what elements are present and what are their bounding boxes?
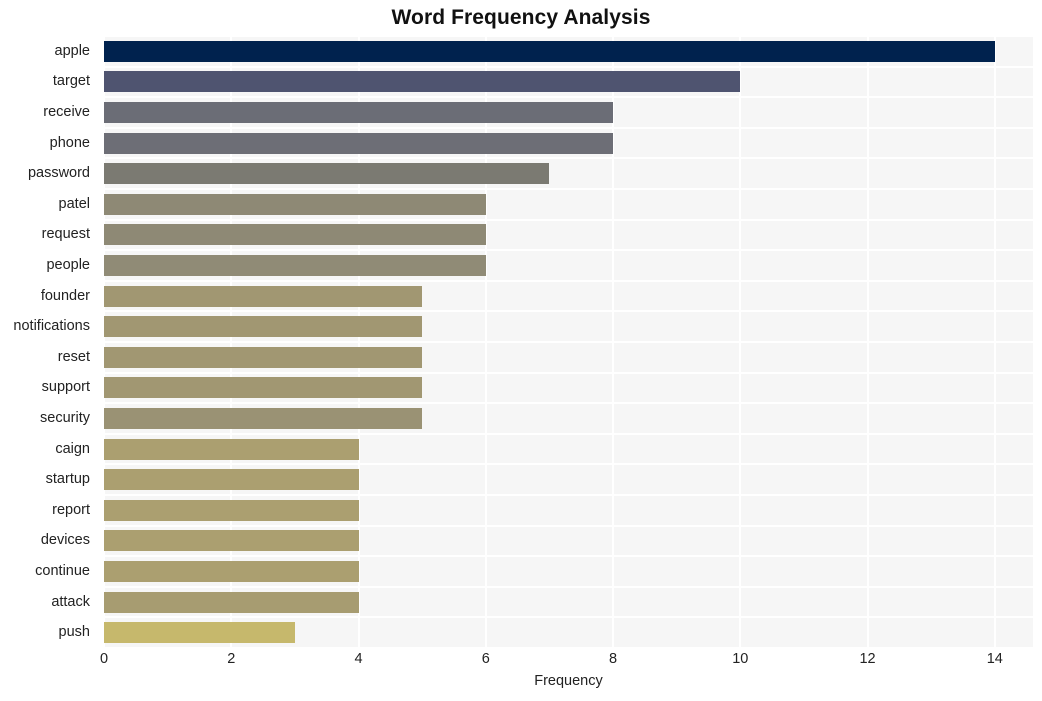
x-axis-tick-label: 4 [354, 651, 363, 667]
bar [104, 530, 359, 552]
horizontal-gridline [104, 341, 1033, 343]
bar [104, 316, 423, 338]
bar [104, 132, 614, 154]
bar [104, 193, 486, 215]
chart-figure: Word Frequency Analysis apple target recei… [0, 0, 1042, 701]
y-axis-tick-label: patel [58, 195, 90, 212]
x-axis-tick-labels: 0 2 4 6 8 10 12 14 [100, 648, 1033, 674]
y-axis-tick-label: support [41, 379, 90, 396]
horizontal-gridline [104, 402, 1033, 405]
horizontal-gridline [104, 279, 1033, 282]
y-axis-tick-label: password [27, 165, 90, 182]
horizontal-gridline [104, 188, 1033, 190]
y-axis-tick-label: continue [35, 563, 90, 579]
y-axis-tick-label: caign [55, 440, 90, 457]
bar [104, 102, 614, 123]
y-axis-tick-label: attack [51, 593, 90, 610]
x-axis-tick-label: 14 [986, 651, 1003, 667]
bar [104, 163, 550, 185]
bar [104, 408, 423, 429]
y-axis-tick-label: startup [45, 471, 90, 488]
horizontal-gridline [104, 218, 1033, 221]
bar [104, 591, 359, 613]
bar [104, 622, 295, 644]
horizontal-gridline [104, 249, 1033, 252]
x-axis-label: Frequency [534, 673, 603, 689]
bar [104, 346, 423, 368]
bar [104, 255, 486, 276]
plot-area [104, 36, 1033, 648]
y-axis-tick-label: founder [40, 287, 90, 304]
bar [104, 377, 423, 399]
bar [104, 285, 423, 307]
y-axis-tick-label: request [41, 226, 90, 243]
x-axis-tick-label: 8 [608, 651, 618, 667]
chart-title: Word Frequency Analysis [391, 6, 651, 29]
horizontal-gridline [104, 310, 1033, 313]
y-axis-tick-label: security [40, 410, 90, 426]
horizontal-gridline [104, 585, 1033, 588]
y-axis-tick-label: phone [49, 134, 90, 151]
bar [104, 224, 486, 246]
bar [104, 71, 741, 93]
bar [104, 438, 359, 460]
bar [104, 499, 359, 521]
y-axis-tick-label: receive [43, 104, 90, 120]
y-axis-tick-labels: apple target receive phone password patel requ… [0, 36, 98, 648]
bar [104, 469, 359, 491]
x-axis-tick-label: 6 [481, 651, 490, 667]
horizontal-gridline [104, 616, 1033, 619]
horizontal-gridline [104, 157, 1033, 160]
y-axis-tick-label: report [52, 501, 90, 518]
horizontal-gridline [104, 494, 1033, 496]
y-axis-tick-label: reset [57, 348, 90, 365]
y-axis-tick-label: apple [54, 42, 90, 59]
horizontal-gridline [104, 555, 1033, 558]
horizontal-gridline [104, 524, 1033, 527]
x-axis-tick-label: 2 [227, 651, 236, 667]
horizontal-gridline [104, 36, 1033, 37]
bar [104, 40, 995, 62]
y-axis-tick-label: push [58, 624, 90, 641]
horizontal-gridline [104, 371, 1033, 374]
y-axis-tick-label: notifications [13, 318, 90, 335]
horizontal-gridline [104, 432, 1033, 435]
horizontal-gridline [104, 463, 1033, 466]
y-axis-tick-label: devices [40, 532, 90, 549]
bar [104, 561, 359, 582]
horizontal-gridline [104, 65, 1033, 68]
y-axis-tick-label: people [46, 257, 90, 273]
x-axis-tick-label: 10 [732, 651, 749, 667]
x-axis-tick-label: 12 [859, 651, 876, 667]
horizontal-gridline [104, 126, 1033, 129]
x-axis-tick-label: 0 [99, 651, 109, 667]
y-axis-tick-label: target [52, 73, 90, 90]
horizontal-gridline [104, 96, 1033, 99]
